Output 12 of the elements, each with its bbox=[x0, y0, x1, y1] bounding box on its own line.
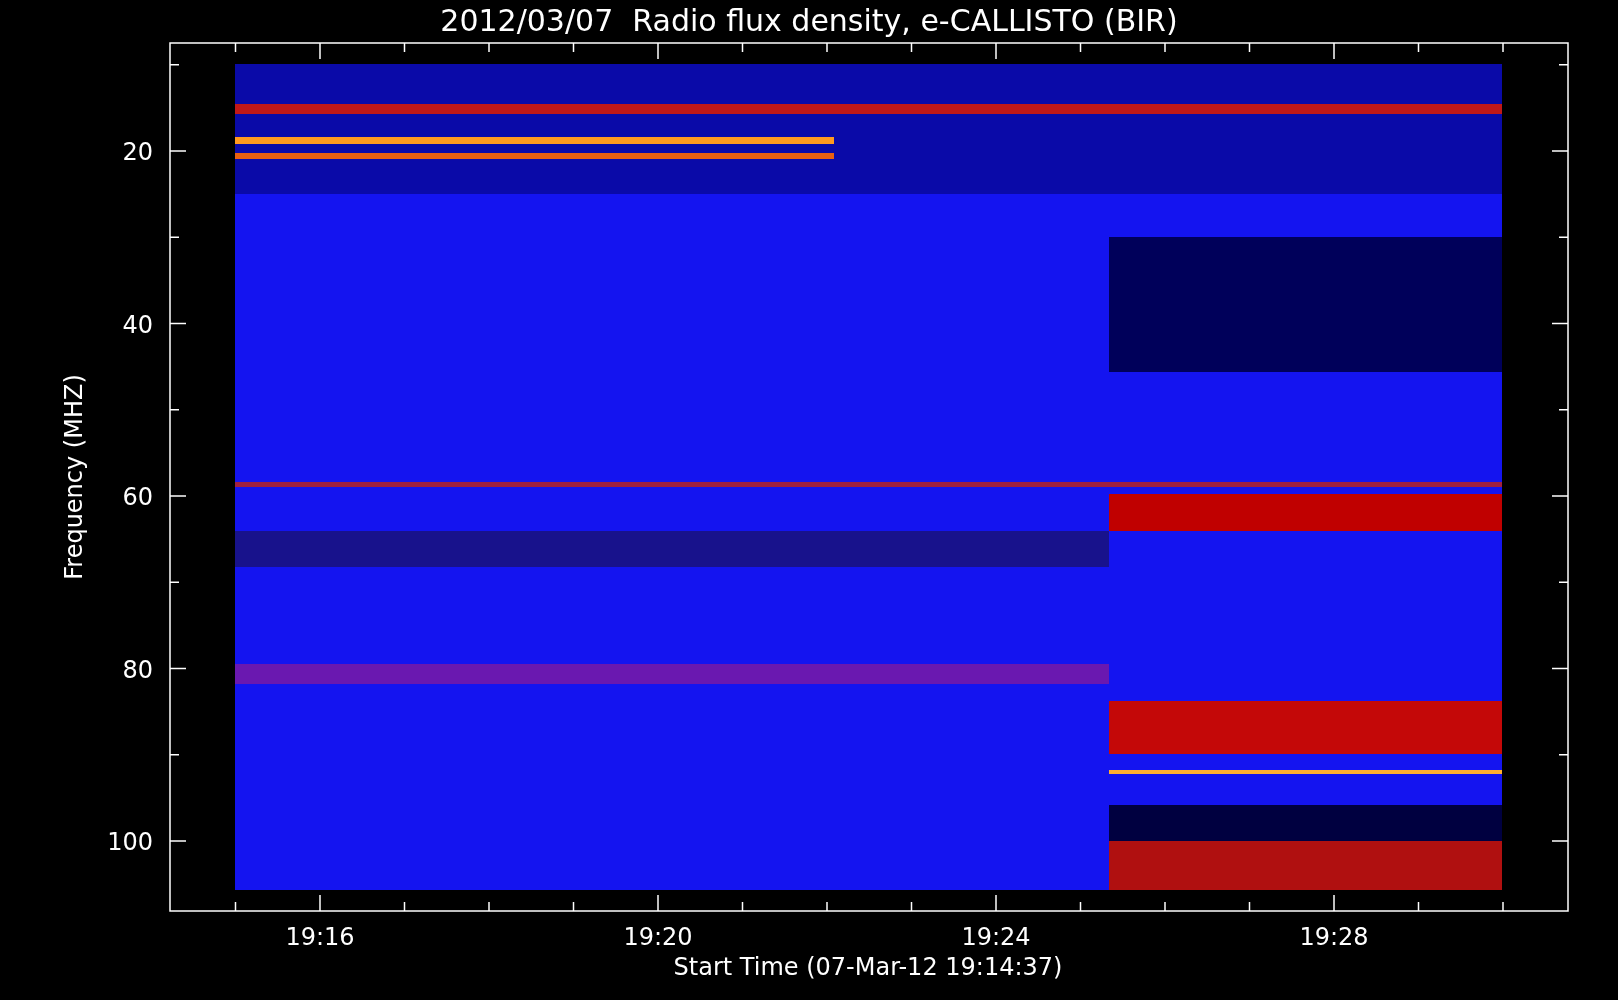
y-tick-label: 20 bbox=[122, 138, 153, 166]
x-tick-label: 19:16 bbox=[285, 923, 355, 951]
y-tick-label: 60 bbox=[122, 483, 153, 511]
x-axis-label: Start Time (07-Mar-12 19:14:37) bbox=[673, 953, 1063, 981]
x-tick-label: 19:28 bbox=[1299, 923, 1369, 951]
x-tick-label: 19:20 bbox=[623, 923, 693, 951]
chart-title: 2012/03/07 Radio flux density, e-CALLISTO (BIR) bbox=[440, 3, 1178, 38]
y-tick-label: 80 bbox=[122, 655, 153, 684]
x-tick-label: 19:24 bbox=[961, 923, 1031, 951]
y-axis-label: Frequency (MHZ) bbox=[60, 374, 88, 580]
y-tick-label: 100 bbox=[107, 828, 153, 856]
y-tick-label: 40 bbox=[122, 310, 153, 339]
